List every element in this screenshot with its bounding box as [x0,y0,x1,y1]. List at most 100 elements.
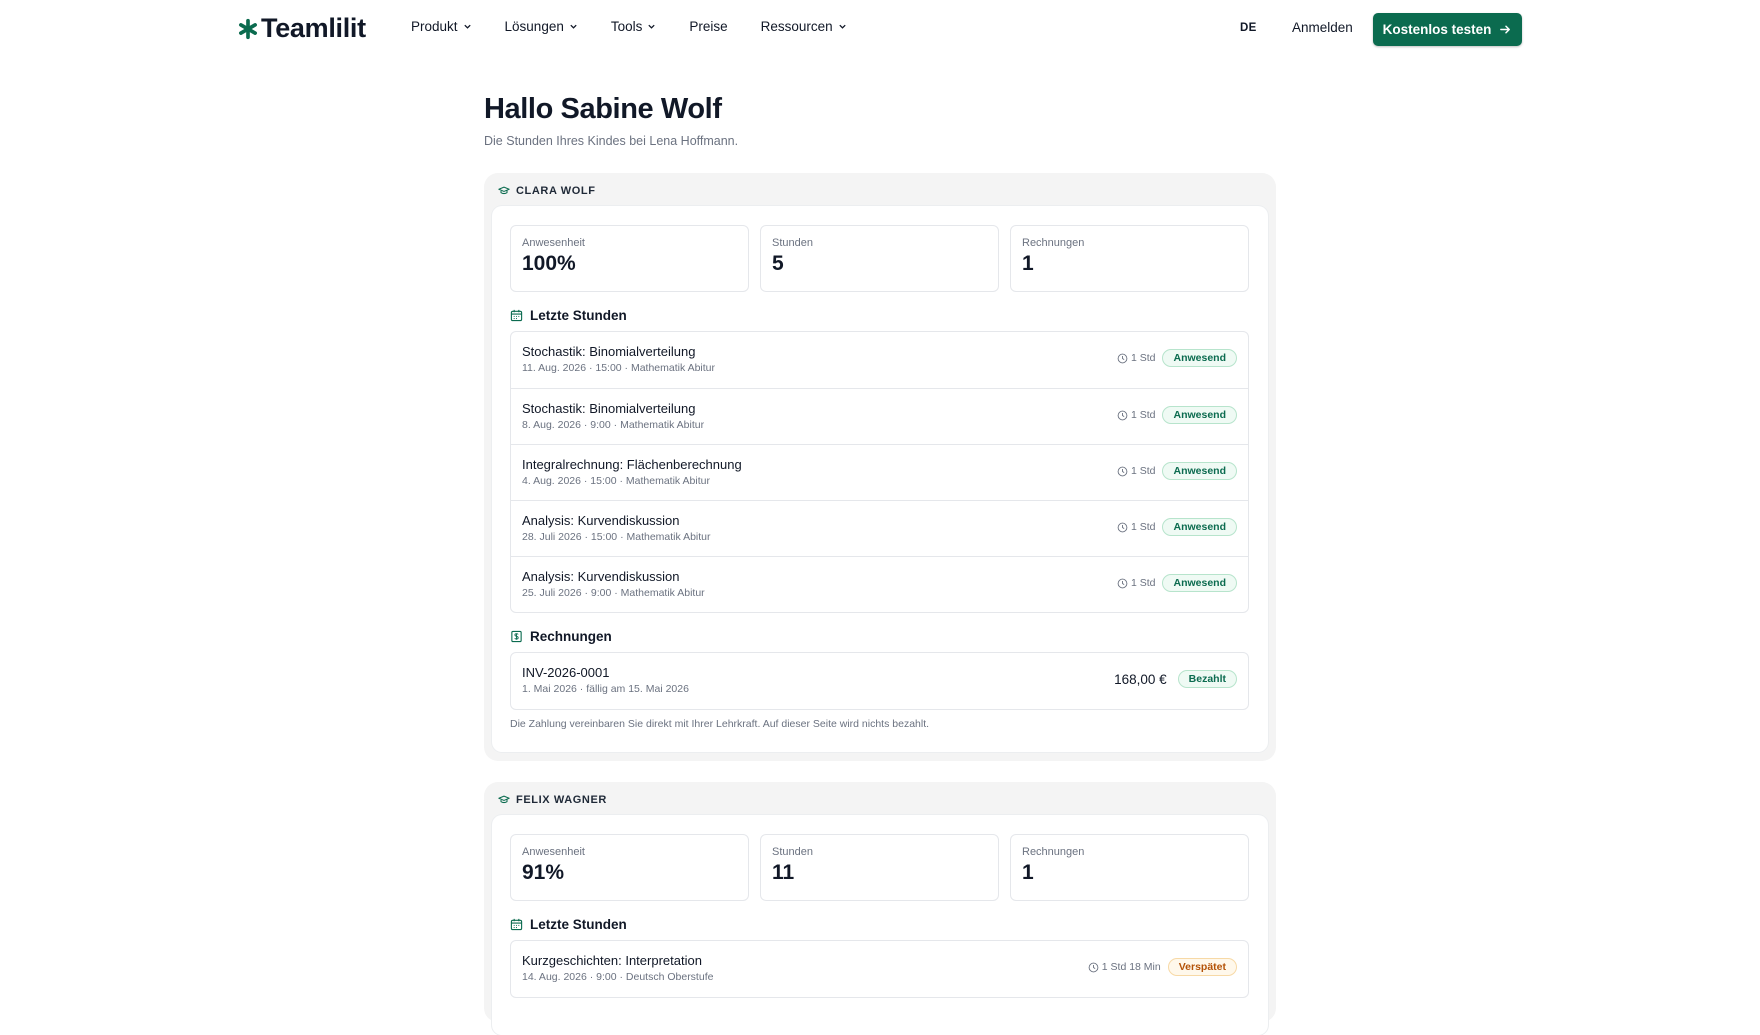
logo-text: Teamlilit [261,13,366,43]
invoices-heading: Rechnungen [510,629,612,644]
graduation-cap-icon [498,795,510,804]
stat-invoices: Rechnungen 1 [1010,225,1249,292]
lesson-row[interactable]: Integralrechnung: Flächenberechnung 4. A… [511,444,1248,500]
status-badge: Anwesend [1162,518,1237,536]
lesson-status-group: 1 Std 18 Min Verspätet [1088,958,1237,976]
duration-text: 1 Std [1130,409,1156,421]
stat-value: 11 [772,861,795,884]
invoice-meta: 1. Mai 2026 · fällig am 15. Mai 2026 [522,683,689,695]
lesson-title: Stochastik: Binomialverteilung [522,401,696,416]
section-title-text: Letzte Stunden [530,308,627,323]
child-card: Anwesenheit 100% Stunden 5 Rechnungen 1 … [492,206,1268,752]
clock-icon [1117,353,1128,363]
lesson-status-group: 1 Std Anwesend [1117,462,1237,480]
duration-text: 1 Std 18 Min [1101,961,1161,973]
lesson-title: Integralrechnung: Flächenberechnung [522,457,742,472]
lesson-row[interactable]: Kurzgeschichten: Interpretation 14. Aug.… [511,941,1248,997]
lesson-duration: 1 Std [1117,465,1156,477]
child-card: Anwesenheit 91% Stunden 11 Rechnungen 1 … [492,815,1268,1035]
free-trial-label: Kostenlos testen [1382,22,1492,37]
lesson-row[interactable]: Analysis: Kurvendiskussion 28. Juli 2026… [511,500,1248,556]
lesson-meta: 8. Aug. 2026 · 9:00 · Mathematik Abitur [522,419,705,431]
duration-text: 1 Std [1130,577,1156,589]
lesson-row[interactable]: Stochastik: Binomialverteilung 11. Aug. … [511,332,1248,388]
free-trial-button[interactable]: Kostenlos testen [1373,13,1522,46]
lesson-duration: 1 Std [1117,409,1156,421]
duration-text: 1 Std [1130,465,1156,477]
login-link[interactable]: Anmelden [1292,20,1353,35]
lesson-row[interactable]: Stochastik: Binomialverteilung 8. Aug. 2… [511,388,1248,444]
child-label: FELIX WAGNER [498,794,607,806]
nav-label: Produkt [411,19,458,34]
clock-icon [1117,410,1128,420]
logo[interactable]: Teamlilit [237,13,366,44]
nav-label: Tools [610,19,643,34]
chevron-down-icon [648,24,656,29]
stat-label: Anwesenheit [522,237,585,249]
lesson-meta: 25. Juli 2026 · 9:00 · Mathematik Abitur [522,587,705,599]
lesson-duration: 1 Std [1117,521,1156,533]
stat-invoices: Rechnungen 1 [1010,834,1249,901]
lesson-status-group: 1 Std Anwesend [1117,406,1237,424]
lesson-title: Kurzgeschichten: Interpretation [522,953,702,968]
lessons-list: Stochastik: Binomialverteilung 11. Aug. … [510,331,1249,613]
status-badge: Anwesend [1162,462,1237,480]
stats-row: Anwesenheit 100% Stunden 5 Rechnungen 1 [510,225,1249,292]
nav-label: Ressourcen [760,19,833,34]
invoice-number: INV-2026-0001 [522,665,610,680]
clock-icon [1117,578,1128,588]
lesson-duration: 1 Std [1117,577,1156,589]
stats-row: Anwesenheit 91% Stunden 11 Rechnungen 1 [510,834,1249,901]
chevron-down-icon [839,24,846,29]
child-name: CLARA WOLF [516,185,596,197]
lesson-meta: 11. Aug. 2026 · 15:00 · Mathematik Abitu… [522,362,716,374]
duration-text: 1 Std [1130,352,1156,364]
section-title-text: Letzte Stunden [530,917,627,932]
status-badge: Anwesend [1162,406,1237,424]
lesson-status-group: 1 Std Anwesend [1117,518,1237,536]
nav-item-loesungen[interactable]: Lösungen [505,19,578,34]
stat-value: 1 [1022,252,1034,275]
chevron-down-icon [570,24,577,29]
child-label: CLARA WOLF [498,185,596,197]
asterisk-logo-icon [239,18,257,39]
lesson-status-group: 1 Std Anwesend [1117,574,1237,592]
nav-item-tools[interactable]: Tools [611,19,657,34]
lesson-meta: 4. Aug. 2026 · 15:00 · Mathematik Abitur [522,475,710,487]
payment-note: Die Zahlung vereinbaren Sie direkt mit I… [510,718,930,730]
nav-label: Preise [689,19,728,34]
duration-text: 1 Std [1130,521,1156,533]
lesson-title: Stochastik: Binomialverteilung [522,344,696,359]
stat-value: 1 [1022,861,1034,884]
calendar-icon [510,918,523,931]
stat-label: Stunden [772,237,813,249]
invoice-row[interactable]: INV-2026-0001 1. Mai 2026 · fällig am 15… [511,653,1248,709]
status-badge: Verspätet [1167,958,1237,976]
chevron-down-icon [463,24,471,29]
lesson-meta: 14. Aug. 2026 · 9:00 · Deutsch Oberstufe [522,971,714,983]
lesson-title: Analysis: Kurvendiskussion [522,569,680,584]
status-badge: Anwesend [1162,574,1237,592]
clock-icon [1117,466,1128,476]
stat-attendance: Anwesenheit 100% [510,225,749,292]
nav-item-ressourcen[interactable]: Ressourcen [761,19,847,34]
page-title: Hallo Sabine Wolf [484,93,722,125]
status-badge: Bezahlt [1177,670,1237,688]
child-name: FELIX WAGNER [516,794,607,806]
lesson-title: Analysis: Kurvendiskussion [522,513,680,528]
stat-label: Rechnungen [1022,237,1085,249]
stat-label: Rechnungen [1022,846,1085,858]
nav-label: Lösungen [504,19,564,34]
stat-label: Stunden [772,846,813,858]
language-switcher[interactable]: DE [1240,22,1257,34]
calendar-icon [510,309,523,322]
lesson-row[interactable]: Analysis: Kurvendiskussion 25. Juli 2026… [511,556,1248,612]
stat-label: Anwesenheit [522,846,585,858]
page-subtitle: Die Stunden Ihres Kindes bei Lena Hoffma… [484,134,739,148]
stat-value: 100% [522,252,576,275]
nav-item-produkt[interactable]: Produkt [411,19,472,34]
stat-lessons: Stunden 5 [760,225,999,292]
nav-item-preise[interactable]: Preise [689,19,727,34]
lessons-list: Kurzgeschichten: Interpretation 14. Aug.… [510,940,1249,998]
stat-lessons: Stunden 11 [760,834,999,901]
